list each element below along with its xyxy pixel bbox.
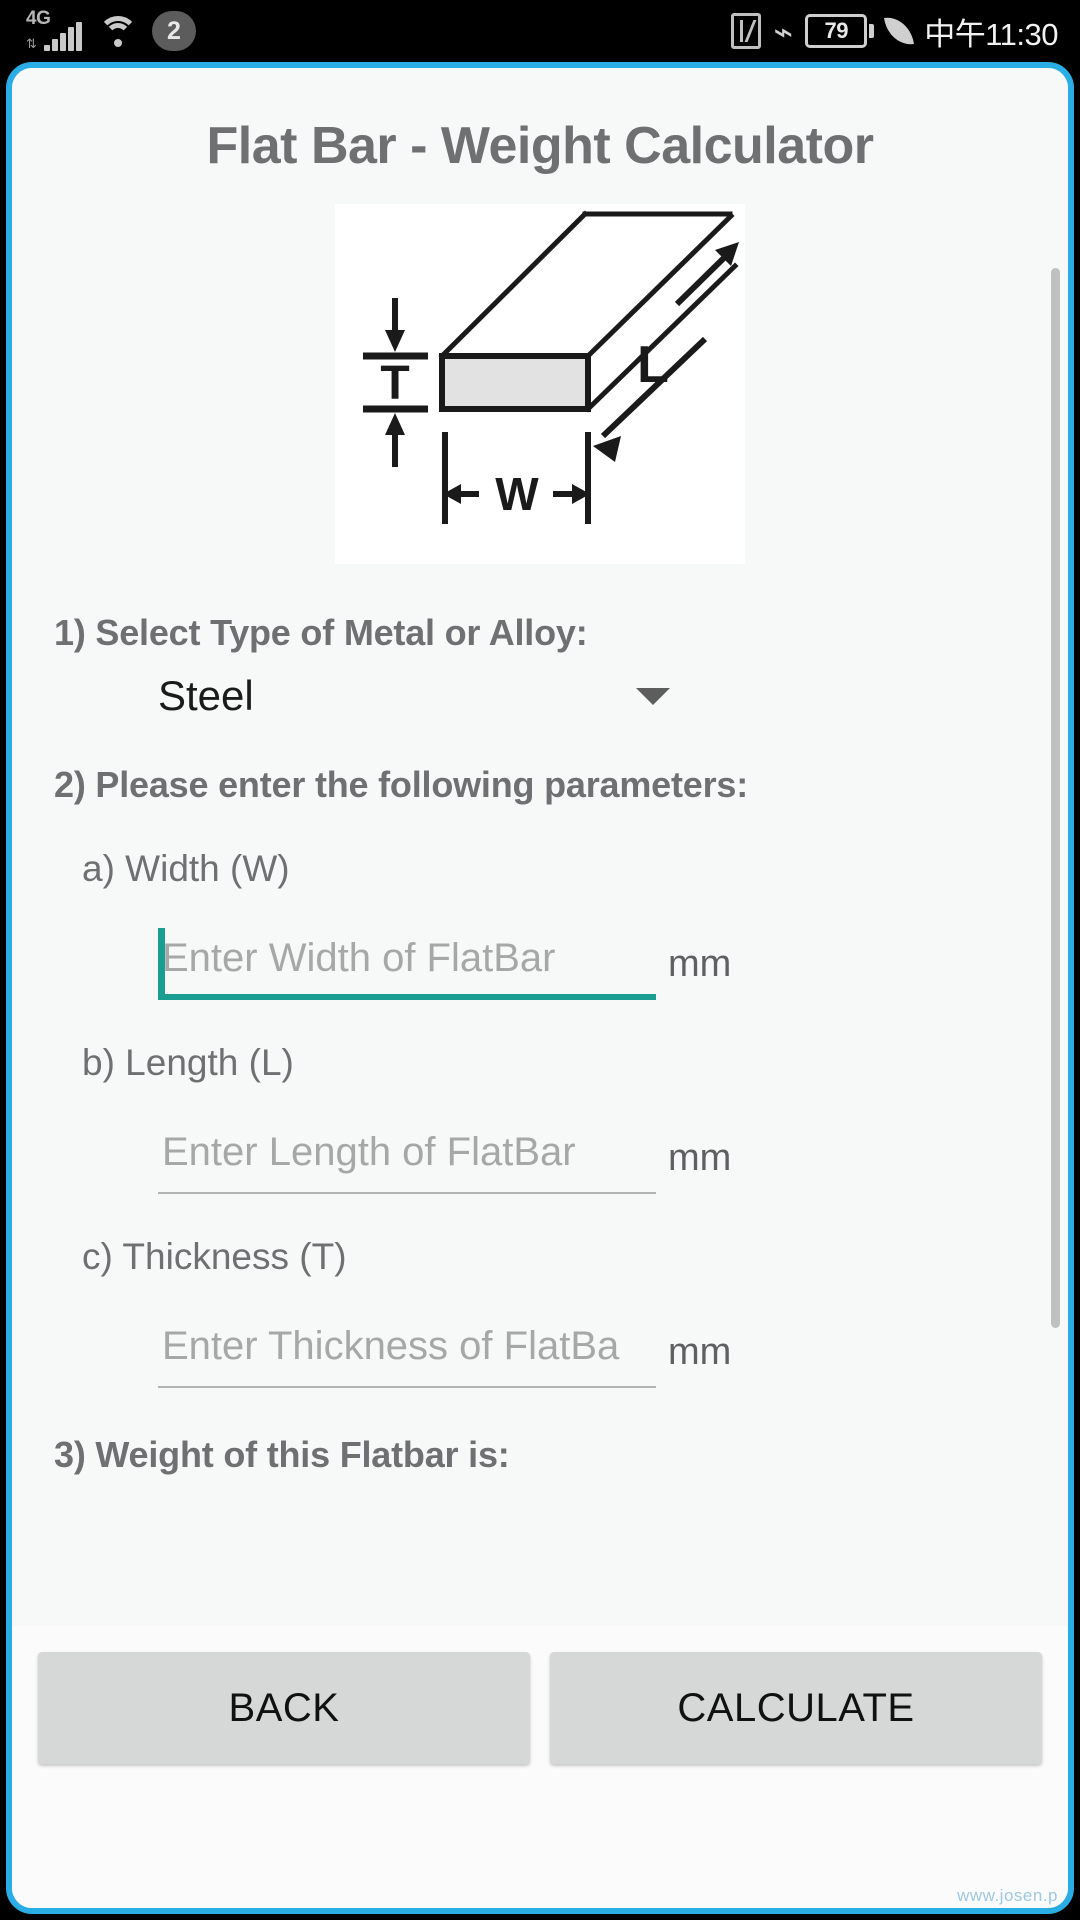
section-2-heading: 2) Please enter the following parameters… <box>54 764 749 805</box>
app-window: Flat Bar - Weight Calculator T W L 1) Se… <box>6 62 1074 1914</box>
battery-level-label: 79 <box>805 14 868 48</box>
length-input-placeholder: Enter Length of FlatBar <box>162 1129 576 1174</box>
diagram-label-length: L <box>637 336 669 394</box>
input-underline <box>158 1192 656 1194</box>
input-underline <box>158 1386 656 1388</box>
section-3-heading: 3) Weight of this Flatbar is: <box>54 1434 510 1475</box>
length-input[interactable]: Enter Length of FlatBar <box>158 1110 656 1194</box>
back-button[interactable]: BACK <box>38 1652 530 1764</box>
battery-icon: 79 <box>805 14 875 48</box>
diagram-label-thickness: T <box>380 357 409 410</box>
status-bar-left: 4G ⇅ 2 <box>26 9 196 52</box>
signal-bars-icon: 4G ⇅ <box>26 9 84 52</box>
page-title: Flat Bar - Weight Calculator <box>206 117 874 175</box>
width-unit-label: mm <box>668 943 732 985</box>
thickness-unit-label: mm <box>668 1331 732 1373</box>
metal-type-dropdown[interactable]: Steel <box>158 672 676 720</box>
vertical-scrollbar[interactable] <box>1051 268 1060 1328</box>
watermark: www.josen.p <box>957 1886 1058 1905</box>
text-cursor <box>158 928 165 994</box>
calculate-button[interactable]: CALCULATE <box>550 1652 1042 1764</box>
section-1-heading: 1) Select Type of Metal or Alloy: <box>54 612 588 653</box>
flat-bar-dimension-diagram: T W L <box>335 204 745 564</box>
width-field-row: Enter Width of FlatBar mm <box>158 916 1026 1000</box>
length-field-row: Enter Length of FlatBar mm <box>158 1110 1026 1194</box>
width-input[interactable]: Enter Width of FlatBar <box>158 916 656 1000</box>
metal-type-selected-value: Steel <box>158 672 254 719</box>
notification-count-badge: 2 <box>152 11 196 51</box>
button-bar: BACK CALCULATE <box>12 1626 1068 1908</box>
phone-screen: 4G ⇅ 2 ⌁ 79 中午11:30 Flat Bar - Weight Ca… <box>0 0 1080 1920</box>
wifi-icon <box>97 14 139 48</box>
width-input-placeholder: Enter Width of FlatBar <box>162 935 556 980</box>
thickness-field-row: Enter Thickness of FlatBa mm <box>158 1304 1026 1388</box>
thickness-field-label: c) Thickness (T) <box>82 1236 347 1277</box>
width-field-label: a) Width (W) <box>82 848 290 889</box>
diagram-label-width: W <box>495 468 539 520</box>
leaf-power-saving-icon <box>884 14 915 48</box>
thickness-input[interactable]: Enter Thickness of FlatBa <box>158 1304 656 1388</box>
length-field-label: b) Length (L) <box>82 1042 294 1083</box>
length-unit-label: mm <box>668 1137 732 1179</box>
scroll-content[interactable]: Flat Bar - Weight Calculator T W L 1) Se… <box>12 68 1068 1638</box>
signal-strength-bars <box>44 22 82 51</box>
status-bar-right: ⌁ 79 中午11:30 <box>731 9 1058 54</box>
chevron-down-icon <box>636 687 670 705</box>
input-underline <box>158 994 656 1000</box>
thickness-input-placeholder: Enter Thickness of FlatBa <box>162 1323 620 1368</box>
data-transfer-arrows-icon: ⇅ <box>26 36 37 51</box>
status-bar: 4G ⇅ 2 ⌁ 79 中午11:30 <box>0 0 1080 62</box>
status-bar-clock: 中午11:30 <box>924 16 1058 52</box>
nfc-icon <box>731 13 762 49</box>
bluetooth-icon: ⌁ <box>773 12 794 50</box>
